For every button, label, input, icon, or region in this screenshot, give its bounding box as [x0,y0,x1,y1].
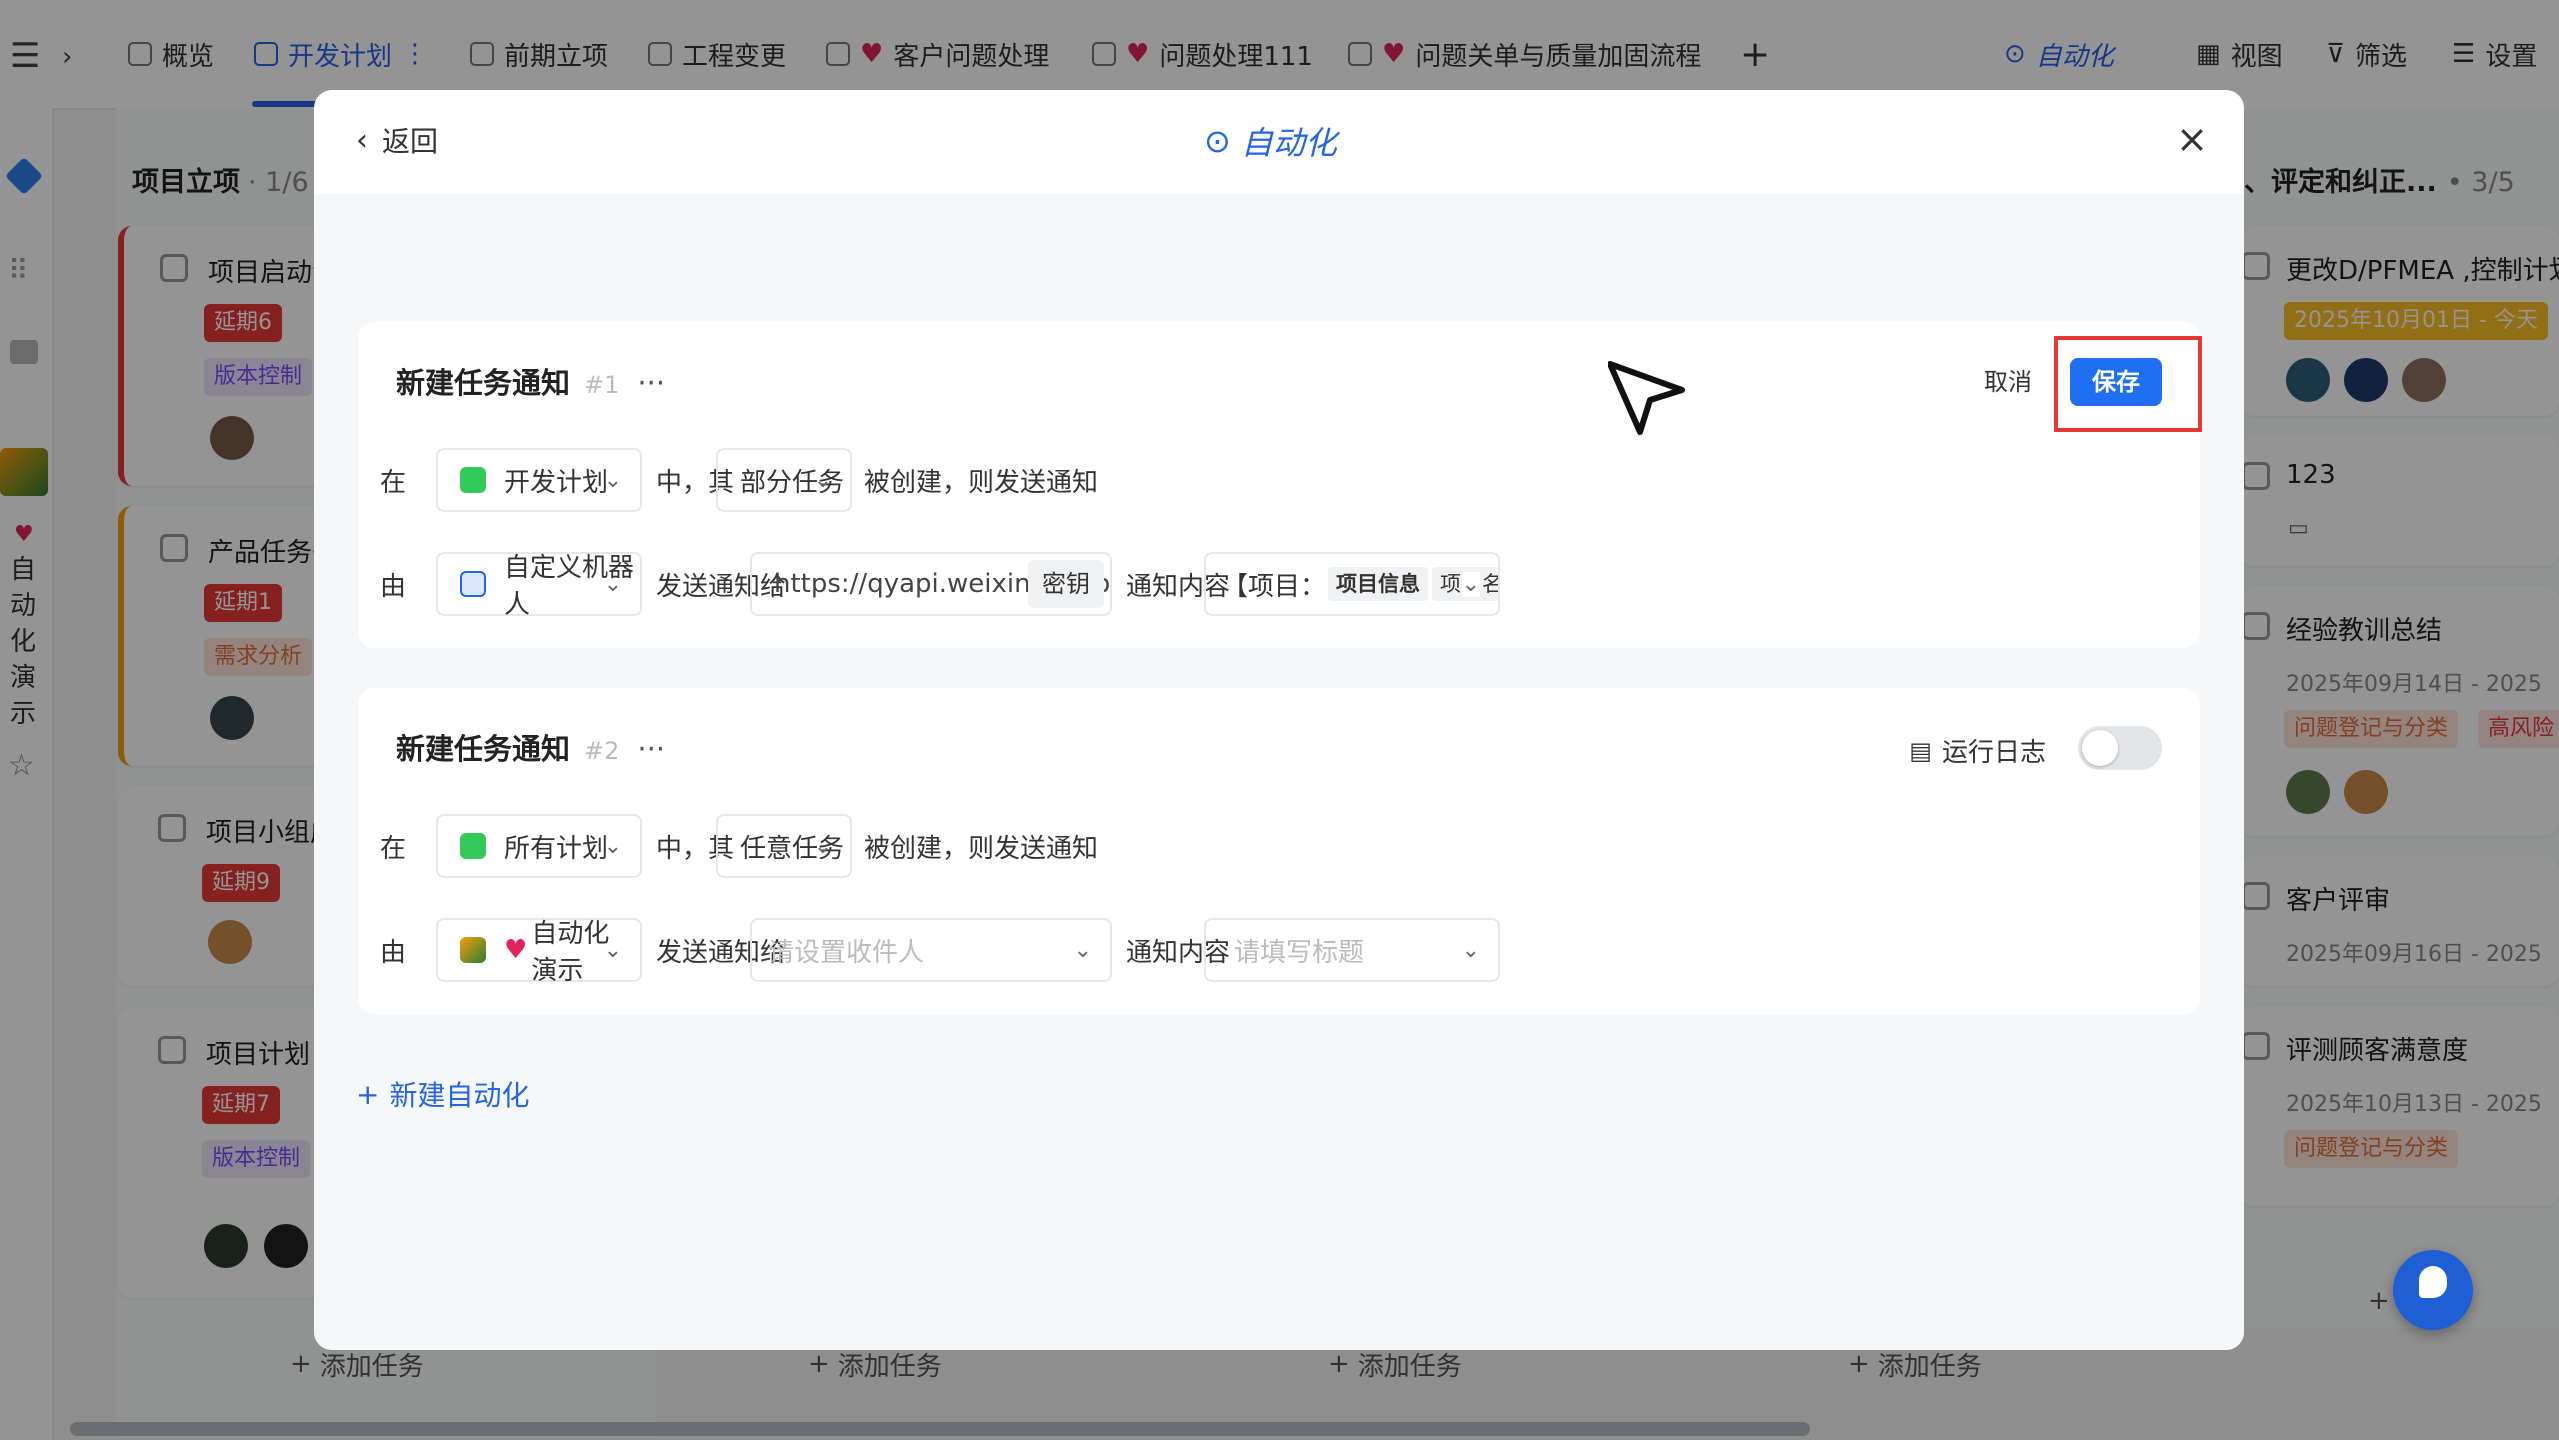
toggle-knob [2082,730,2118,766]
chevron-down-icon: ⌄ [1073,938,1092,963]
plan-icon [460,833,486,859]
field-chip: 项目信息 [1328,567,1429,601]
heart-icon: ♥ [504,935,528,965]
modal-title: ⊙ 自动化 [1204,122,1337,162]
chevron-left-icon: ‹ [356,122,368,158]
close-icon[interactable]: × [2176,120,2208,158]
more-icon[interactable]: ··· [637,732,665,766]
new-automation-button[interactable]: + 新建自动化 [356,1074,529,1114]
rule-title: 新建任务通知 #2 ··· [396,732,666,766]
key-button[interactable]: 密钥 [1028,560,1104,608]
automation-rule-1: 新建任务通知 #1 ··· 取消 保存 在 开发计划 ⌄ 中，其 部分任务 ⌄ 被创建，… [358,322,2202,648]
scope-select[interactable]: 开发计划 ⌄ [436,448,642,512]
automation-modal: ‹ 返回 ⊙ 自动化 × 新建任务通知 #1 ··· 取消 保存 在 开发计划 ⌄ 中，其… [314,90,2244,1350]
more-icon[interactable]: ··· [637,366,665,400]
notification-content-select[interactable]: 请填写标题 ⌄ [1204,918,1500,982]
workspace-avatar [460,937,486,963]
chevron-down-icon: ⌄ [813,834,832,859]
chevron-down-icon: ⌄ [603,938,622,963]
help-bubble-icon [2419,1266,2447,1298]
chevron-down-icon: ⌄ [813,468,832,493]
run-log-button[interactable]: ▤ 运行日志 [1909,732,2046,769]
mouse-cursor-icon [1608,361,1685,435]
in-label: 在 [380,468,407,498]
recipient-select[interactable]: 请设置收件人 ⌄ [750,918,1112,982]
rule-title: 新建任务通知 #1 ··· [396,366,666,400]
chevron-down-icon: ⌄ [603,468,622,493]
task-type-select[interactable]: 部分任务 ⌄ [716,448,852,512]
automation-icon: ⊙ [1204,122,1231,160]
robot-icon [460,571,486,597]
webhook-url-input[interactable]: https://qyapi.weixin.qq.com/cgi-bin/web … [750,552,1112,616]
by-label: 由 [380,938,407,968]
modal-header: ‹ 返回 ⊙ 自动化 × [314,90,2244,194]
in-label: 在 [380,834,407,864]
save-highlight-box [2054,336,2202,432]
sender-select[interactable]: ♥ 自动化 演示 ⌄ [436,918,642,986]
task-type-select[interactable]: 任意任务 ⌄ [716,814,852,878]
help-button[interactable] [2393,1250,2473,1330]
by-label: 由 [380,572,407,602]
cancel-button[interactable]: 取消 [1964,358,2052,406]
chevron-down-icon: ⌄ [1461,938,1480,963]
enable-toggle[interactable] [2078,726,2162,770]
chevron-down-icon: ⌄ [603,834,622,859]
scope-select[interactable]: 所有计划 ⌄ [436,814,642,878]
clipboard-icon: ▤ [1909,736,1932,765]
plus-icon: + [356,1077,380,1111]
plan-icon [460,467,486,493]
trigger-text: 被创建，则发送通知 [864,468,1099,498]
back-button[interactable]: ‹ 返回 [356,120,438,160]
automation-rule-2: 新建任务通知 #2 ··· ▤ 运行日志 在 所有计划 ⌄ 中，其 任意任务 ⌄ 被创建，… [358,688,2200,1014]
chevron-down-icon: ⌄ [603,572,622,597]
trigger-text: 被创建，则发送通知 [864,834,1099,864]
chevron-down-icon: ⌄ [1461,572,1480,597]
notification-content-select[interactable]: 【项目： 项目信息 项目名称 】新 ⌄ [1204,552,1500,616]
modal-body: 新建任务通知 #1 ··· 取消 保存 在 开发计划 ⌄ 中，其 部分任务 ⌄ 被创建，… [314,194,2244,1350]
sender-select[interactable]: 自定义机器人 ⌄ [436,552,642,620]
